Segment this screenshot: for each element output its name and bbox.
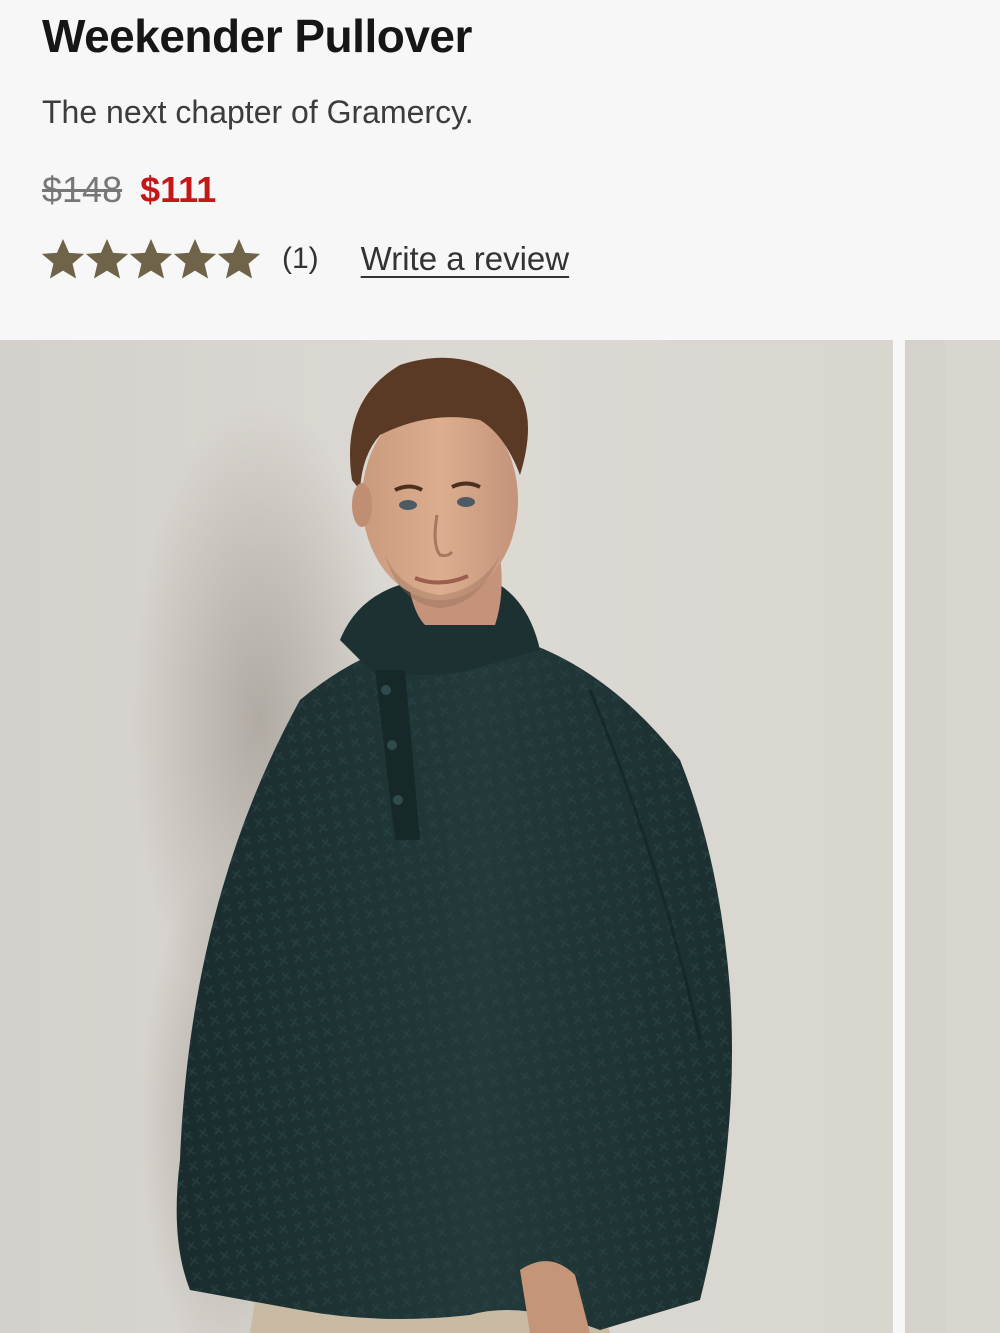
price-row: $148 $111: [42, 168, 216, 212]
product-image-next[interactable]: [905, 340, 1000, 1333]
product-header: Weekender Pullover The next chapter of G…: [0, 0, 1000, 340]
review-count[interactable]: (1): [282, 242, 319, 276]
star-icon: [174, 238, 216, 279]
star-rating[interactable]: [42, 238, 260, 280]
product-image-main[interactable]: [0, 340, 893, 1333]
original-price: $148: [42, 169, 123, 210]
model-photo: [0, 340, 893, 1333]
star-icon: [130, 238, 172, 279]
star-icon: [218, 238, 260, 279]
sale-price: $111: [140, 169, 217, 210]
rating-row: (1) Write a review: [42, 236, 569, 282]
star-icon: [42, 238, 84, 279]
write-review-link[interactable]: Write a review: [361, 240, 569, 278]
product-image-carousel[interactable]: [0, 340, 1000, 1333]
product-subtitle: The next chapter of Gramercy.: [42, 94, 474, 130]
next-photo: [905, 340, 1000, 1333]
product-title: Weekender Pullover: [42, 10, 472, 62]
star-icon: [86, 238, 128, 279]
